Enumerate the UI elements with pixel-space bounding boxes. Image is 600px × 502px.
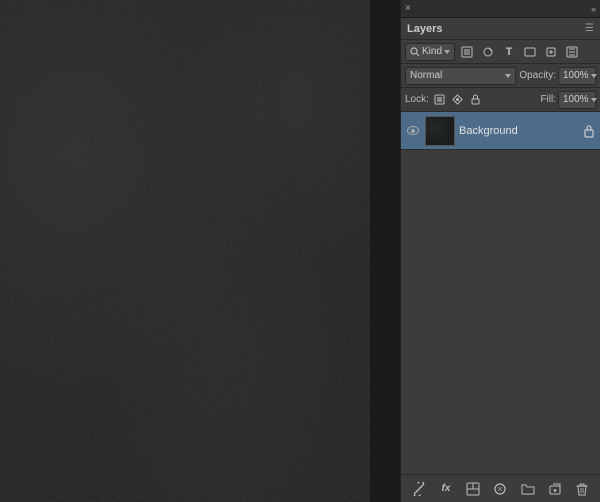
kind-dropdown[interactable]: Kind	[405, 43, 455, 61]
new-group-button[interactable]	[489, 478, 511, 500]
type-filter-icon[interactable]: T	[500, 43, 518, 61]
fill-section: Fill: 100%	[540, 91, 596, 109]
panel-topbar: × »	[401, 0, 600, 18]
fx-label: fx	[441, 483, 450, 494]
shape-filter-icon[interactable]	[521, 43, 539, 61]
panel-toolbar: fx	[401, 474, 600, 502]
opacity-chevron-icon	[591, 74, 597, 78]
blend-mode-label: Normal	[410, 70, 442, 81]
layers-list: Background	[401, 112, 600, 474]
layer-visibility-toggle[interactable]	[405, 123, 421, 139]
lock-row: Lock: Fill:	[401, 88, 600, 112]
new-folder-button[interactable]	[517, 478, 539, 500]
pixel-filter-icon[interactable]	[458, 43, 476, 61]
smart-filter-icon[interactable]	[542, 43, 560, 61]
layer-thumbnail-inner	[426, 117, 454, 145]
fill-label: Fill:	[540, 94, 556, 105]
link-layers-button[interactable]	[408, 478, 430, 500]
panel-title-bar: Layers ☰	[401, 18, 600, 40]
collapse-panel-button[interactable]: »	[591, 4, 596, 14]
blend-chevron-icon	[505, 74, 511, 78]
search-icon	[410, 47, 420, 57]
panel-topbar-left: ×	[405, 3, 411, 14]
layers-panel: × » Layers ☰ Kind	[400, 0, 600, 502]
close-panel-button[interactable]: ×	[405, 3, 411, 14]
opacity-section: Opacity: 100%	[519, 67, 596, 85]
delete-layer-button[interactable]	[571, 478, 593, 500]
opacity-input[interactable]: 100%	[558, 67, 596, 85]
new-layer-button[interactable]	[544, 478, 566, 500]
lock-icons	[432, 92, 484, 108]
lock-pixels-button[interactable]	[432, 92, 448, 108]
kind-chevron-icon	[444, 50, 450, 54]
opacity-label: Opacity:	[519, 70, 556, 81]
opacity-value-text: 100%	[563, 70, 589, 81]
more-filter-icon[interactable]	[563, 43, 581, 61]
fill-value-text: 100%	[563, 94, 589, 105]
panel-title: Layers	[407, 23, 442, 35]
kind-label: Kind	[422, 46, 442, 57]
layer-name: Background	[459, 125, 578, 137]
eye-icon	[407, 126, 419, 135]
adjustment-filter-icon[interactable]	[479, 43, 497, 61]
kind-row: Kind T	[401, 40, 600, 64]
new-fill-adjustment-button[interactable]	[462, 478, 484, 500]
lock-label: Lock:	[405, 94, 429, 105]
lock-all-button[interactable]	[468, 92, 484, 108]
layer-thumbnail	[425, 116, 455, 146]
layer-item[interactable]: Background	[401, 112, 600, 150]
layer-lock-icon	[582, 123, 596, 139]
panel-menu-icon[interactable]: ☰	[585, 23, 594, 34]
fill-input[interactable]: 100%	[558, 91, 596, 109]
fx-button[interactable]: fx	[435, 478, 457, 500]
blend-mode-dropdown[interactable]: Normal	[405, 67, 516, 85]
canvas-area	[0, 0, 370, 502]
fill-chevron-icon	[591, 98, 597, 102]
blend-row: Normal Opacity: 100%	[401, 64, 600, 88]
lock-position-button[interactable]	[450, 92, 466, 108]
